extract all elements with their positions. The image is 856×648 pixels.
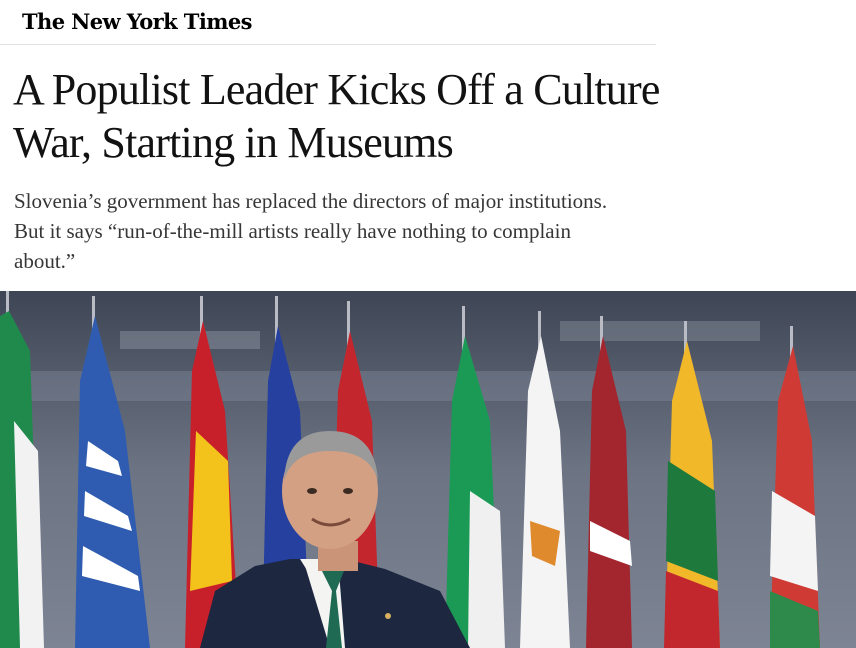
lead-photo-illustration (0, 291, 856, 648)
masthead: The New York Times (0, 0, 656, 45)
article-headline: A Populist Leader Kicks Off a Culture Wa… (13, 65, 660, 167)
nyt-logo[interactable]: The New York Times (22, 9, 252, 34)
article-summary: Slovenia’s government has replaced the d… (14, 189, 608, 273)
lead-photo[interactable] (0, 291, 856, 648)
